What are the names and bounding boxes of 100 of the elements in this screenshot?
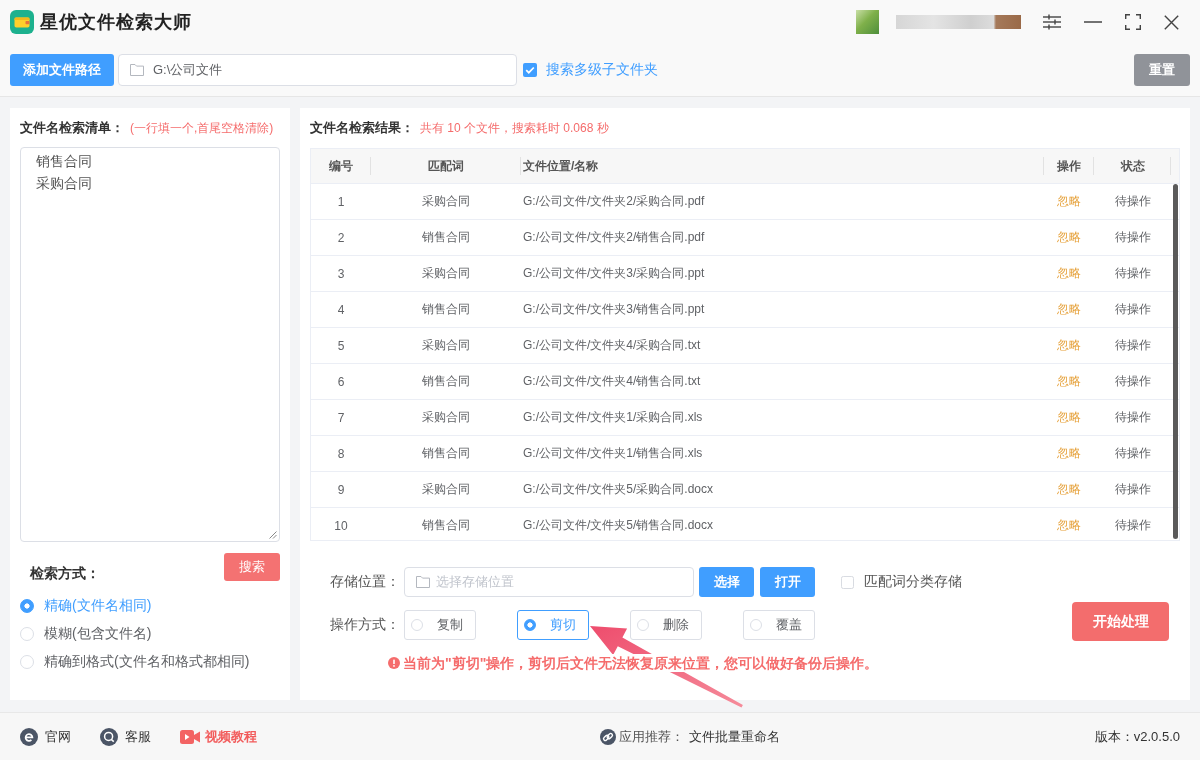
checkbox[interactable] <box>841 575 854 589</box>
keyword-list-hint: (一行填一个,首尾空格清除) <box>130 119 274 137</box>
reset-button[interactable]: 重置 <box>1134 54 1190 86</box>
scrollbar[interactable] <box>1173 184 1178 539</box>
keyword-list-title: 文件名检索清单： <box>20 119 124 137</box>
table-cell: 销售合同 <box>422 517 470 534</box>
results-summary: 共有 10 个文件，搜索耗时 0.068 秒 <box>420 119 609 137</box>
table-cell: 待操作 <box>1114 517 1151 534</box>
column-header: 操作 <box>1057 157 1081 175</box>
ignore-link[interactable]: 忽略 <box>1057 337 1081 354</box>
ignore-link[interactable]: 忽略 <box>1057 409 1081 426</box>
subfolder-option-label[interactable]: 搜索多级子文件夹 <box>546 61 658 79</box>
warning-icon <box>388 657 400 669</box>
ignore-link[interactable]: 忽略 <box>1057 265 1081 282</box>
table-cell: 8 <box>337 446 345 461</box>
table-cell-text: G:/公司文件/文件夹1/采购合同.xls <box>522 409 703 426</box>
ignore-link[interactable]: 忽略 <box>1057 445 1081 462</box>
ignore-link[interactable]: 忽略 <box>1057 301 1081 318</box>
table-cell-text: G:/公司文件/文件夹1/销售合同.xls <box>522 445 703 462</box>
table-cell-text: G:/公司文件/文件夹5/采购合同.docx <box>522 481 714 498</box>
table-cell-text: G:/公司文件/文件夹3/采购合同.ppt <box>522 265 705 282</box>
radio-icon[interactable] <box>20 599 34 613</box>
table-cell-text: G:/公司文件/文件夹2/采购合同.pdf <box>522 193 705 210</box>
column-header: 匹配词 <box>428 157 464 175</box>
add-path-button[interactable]: 添加文件路径 <box>10 54 114 86</box>
ignore-link[interactable]: 忽略 <box>1057 193 1081 210</box>
table-cell: 采购合同 <box>422 265 470 282</box>
table-cell-text: G:/公司文件/文件夹2/销售合同.pdf <box>522 229 705 246</box>
ignore-link[interactable]: 忽略 <box>1057 373 1081 390</box>
ignore-link[interactable]: 忽略 <box>1057 229 1081 246</box>
search-mode-title: 检索方式： <box>30 565 100 581</box>
radio-icon[interactable] <box>524 619 536 631</box>
keyword-entry: 采购合同 <box>36 174 92 193</box>
column-header: 文件位置/名称 <box>523 157 599 175</box>
table-cell: 采购合同 <box>422 193 470 210</box>
table-cell: 6 <box>337 374 345 389</box>
table-cell: 待操作 <box>1114 193 1151 210</box>
footer-link[interactable]: 视频教程 <box>205 727 257 746</box>
app-title: 星优文件检索大师 <box>40 11 192 34</box>
start-processing-button[interactable]: 开始处理 <box>1072 602 1169 641</box>
footer-link[interactable]: 官网 <box>45 727 71 746</box>
table-cell: 销售合同 <box>422 229 470 246</box>
open-button[interactable]: 打开 <box>760 567 815 597</box>
operation-option[interactable]: 删除 <box>630 610 702 640</box>
checkbox[interactable] <box>523 63 537 77</box>
operation-option[interactable]: 剪切 <box>517 610 589 640</box>
table-cell: 9 <box>337 482 345 497</box>
table-cell: 2 <box>337 230 345 245</box>
table-cell: 待操作 <box>1114 445 1151 462</box>
storage-location-field[interactable]: 选择存储位置 <box>404 567 694 597</box>
search-button[interactable]: 搜索 <box>224 553 280 581</box>
keyword-list-field[interactable]: 销售合同 采购合同 <box>20 147 280 542</box>
table-cell: 待操作 <box>1114 301 1151 318</box>
keyword-entry: 销售合同 <box>36 152 92 171</box>
chat-icon[interactable] <box>100 727 118 746</box>
table-cell: 销售合同 <box>422 373 470 390</box>
recommended-app-link[interactable]: 文件批量重命名 <box>689 727 781 746</box>
table-cell-text: G:/公司文件/文件夹3/销售合同.ppt <box>522 301 705 318</box>
browser-icon[interactable] <box>20 727 38 746</box>
search-mode-option[interactable]: 精确到格式(文件名和格式都相同) <box>20 652 250 672</box>
operation-mode-label: 操作方式： <box>330 616 401 634</box>
fullscreen-icon[interactable] <box>1125 14 1141 30</box>
table-cell-text: G:/公司文件/文件夹4/采购合同.txt <box>522 337 701 354</box>
storage-location-label: 存储位置： <box>330 573 401 591</box>
search-mode-option[interactable]: 精确(文件名相同) <box>20 596 152 616</box>
choose-button[interactable]: 选择 <box>699 567 754 597</box>
search-mode-option[interactable]: 模糊(包含文件名) <box>20 624 152 644</box>
table-cell: 待操作 <box>1114 337 1151 354</box>
version-label: 版本：v2.0.5.0 <box>1094 727 1180 746</box>
operation-option[interactable]: 复制 <box>404 610 476 640</box>
folder-icon <box>130 64 144 76</box>
path-field[interactable]: G:\公司文件 <box>118 54 517 86</box>
table-cell: 1 <box>337 194 345 209</box>
table-cell: 10 <box>334 518 348 533</box>
close-icon[interactable] <box>1164 14 1179 30</box>
folder-icon <box>416 576 430 588</box>
avatar-placeholder[interactable] <box>856 10 879 34</box>
table-cell: 待操作 <box>1114 373 1151 390</box>
ignore-link[interactable]: 忽略 <box>1057 481 1081 498</box>
table-cell: 3 <box>337 266 345 281</box>
classify-option-label[interactable]: 匹配词分类存储 <box>864 573 962 591</box>
wallet-icon <box>10 10 34 34</box>
operation-option[interactable]: 覆盖 <box>743 610 815 640</box>
table-cell: 7 <box>337 410 345 425</box>
video-camera-icon[interactable] <box>180 729 200 744</box>
ignore-link[interactable]: 忽略 <box>1057 517 1081 534</box>
column-header: 编号 <box>329 157 353 175</box>
table-cell: 销售合同 <box>422 445 470 462</box>
link-icon <box>600 728 617 745</box>
table-cell-text: G:/公司文件/文件夹5/销售合同.docx <box>522 517 714 534</box>
resize-grip-icon[interactable] <box>269 531 277 539</box>
table-cell: 待操作 <box>1114 229 1151 246</box>
table-cell: 待操作 <box>1114 265 1151 282</box>
column-header: 状态 <box>1120 157 1145 175</box>
table-cell: 4 <box>337 302 345 317</box>
sliders-icon[interactable] <box>1043 14 1061 30</box>
table-cell-text: G:/公司文件/文件夹4/销售合同.txt <box>522 373 701 390</box>
footer-link[interactable]: 客服 <box>125 727 151 746</box>
table-cell: 销售合同 <box>422 301 470 318</box>
table-cell: 待操作 <box>1114 481 1151 498</box>
